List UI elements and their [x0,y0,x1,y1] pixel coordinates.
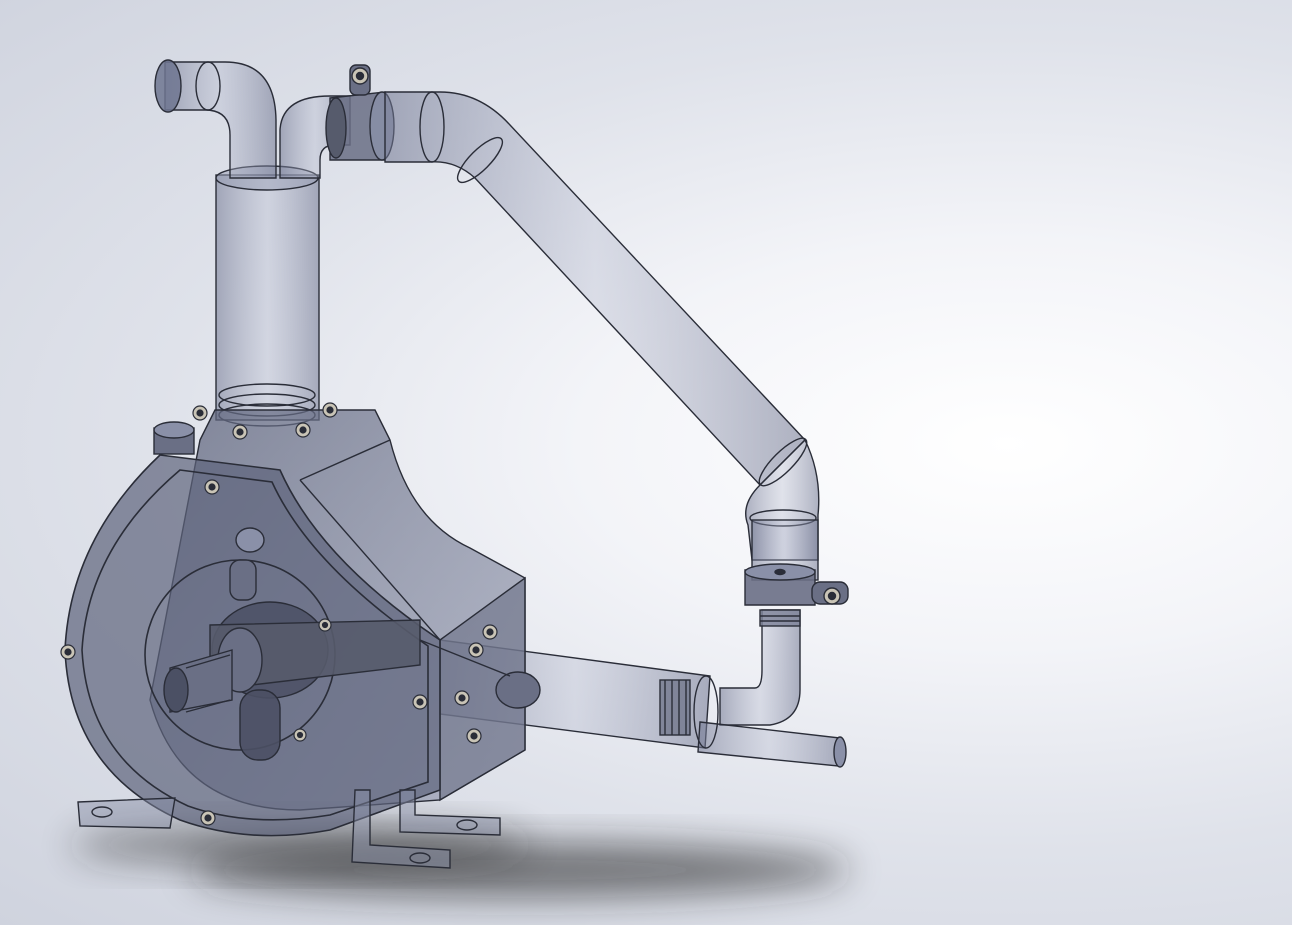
bolt [293,728,307,742]
bolt [468,642,484,658]
bolt [204,479,220,495]
bolt [482,624,498,640]
bolt [295,422,311,438]
vertical-riser-pipe [215,165,320,427]
bolt [60,644,76,660]
bolt [454,690,470,706]
bolt [318,618,332,632]
diagonal-return-pipe [384,91,820,561]
lower-pipe-clamp [744,563,849,627]
bolt [192,405,208,421]
bolt [412,694,428,710]
upper-pipe-clamp [325,64,395,161]
pump-assembly-render [60,59,850,898]
bolt [200,810,216,826]
top-left-elbow-pipe [154,59,277,179]
bolt [232,424,248,440]
bolt [466,728,482,744]
3d-model-viewport[interactable] [0,0,1292,925]
fill-plug [153,421,195,455]
bolt [322,402,338,418]
